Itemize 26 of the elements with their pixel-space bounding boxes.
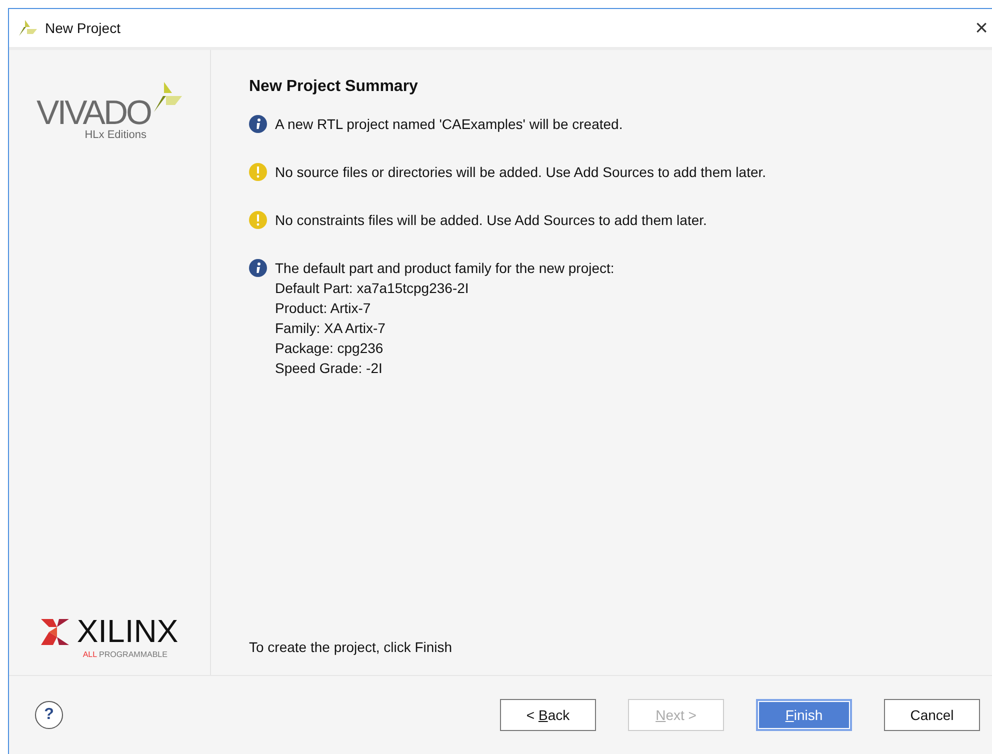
message-text: No constraints files will be added. Use Add Sources to add them later. xyxy=(275,211,707,230)
info-icon xyxy=(249,259,267,277)
dialog-button[interactable]: < Back xyxy=(500,699,596,731)
instruction-text: To create the project, click Finish xyxy=(249,639,454,655)
warning-icon xyxy=(249,211,267,229)
message-text: Default Part: xa7a15tcpg236-2I xyxy=(275,279,470,298)
logo-wordmark: XILINX xyxy=(76,613,178,650)
logo-icon xyxy=(40,618,69,644)
message-text: No source files or directories will be added. Use Add Sources to add them later. xyxy=(275,163,766,182)
help-button[interactable]: ? xyxy=(35,701,63,729)
message-text: The default part and product family for the new project: xyxy=(275,259,614,278)
close-button[interactable]: × xyxy=(975,17,992,39)
info-icon xyxy=(249,115,267,133)
message-text: A new RTL project named 'CAExamples' will be created. xyxy=(275,115,623,134)
warning-icon xyxy=(249,163,267,181)
logo-tagline: ALL PROGRAMMABLE xyxy=(82,650,168,659)
message-text: Speed Grade: -2I xyxy=(275,359,384,378)
message-text: Family: XA Artix-7 xyxy=(275,319,386,338)
message-text: Package: cpg236 xyxy=(275,339,384,358)
edition-label: HLx Editions xyxy=(84,129,146,141)
message-text: Product: Artix-7 xyxy=(275,299,372,318)
page-heading: New Project Summary xyxy=(249,78,419,96)
app-icon xyxy=(19,20,37,36)
window-title: New Project xyxy=(45,20,122,36)
dialog-button[interactable]: Cancel xyxy=(884,699,980,731)
dialog-button[interactable]: Finish xyxy=(756,699,852,731)
